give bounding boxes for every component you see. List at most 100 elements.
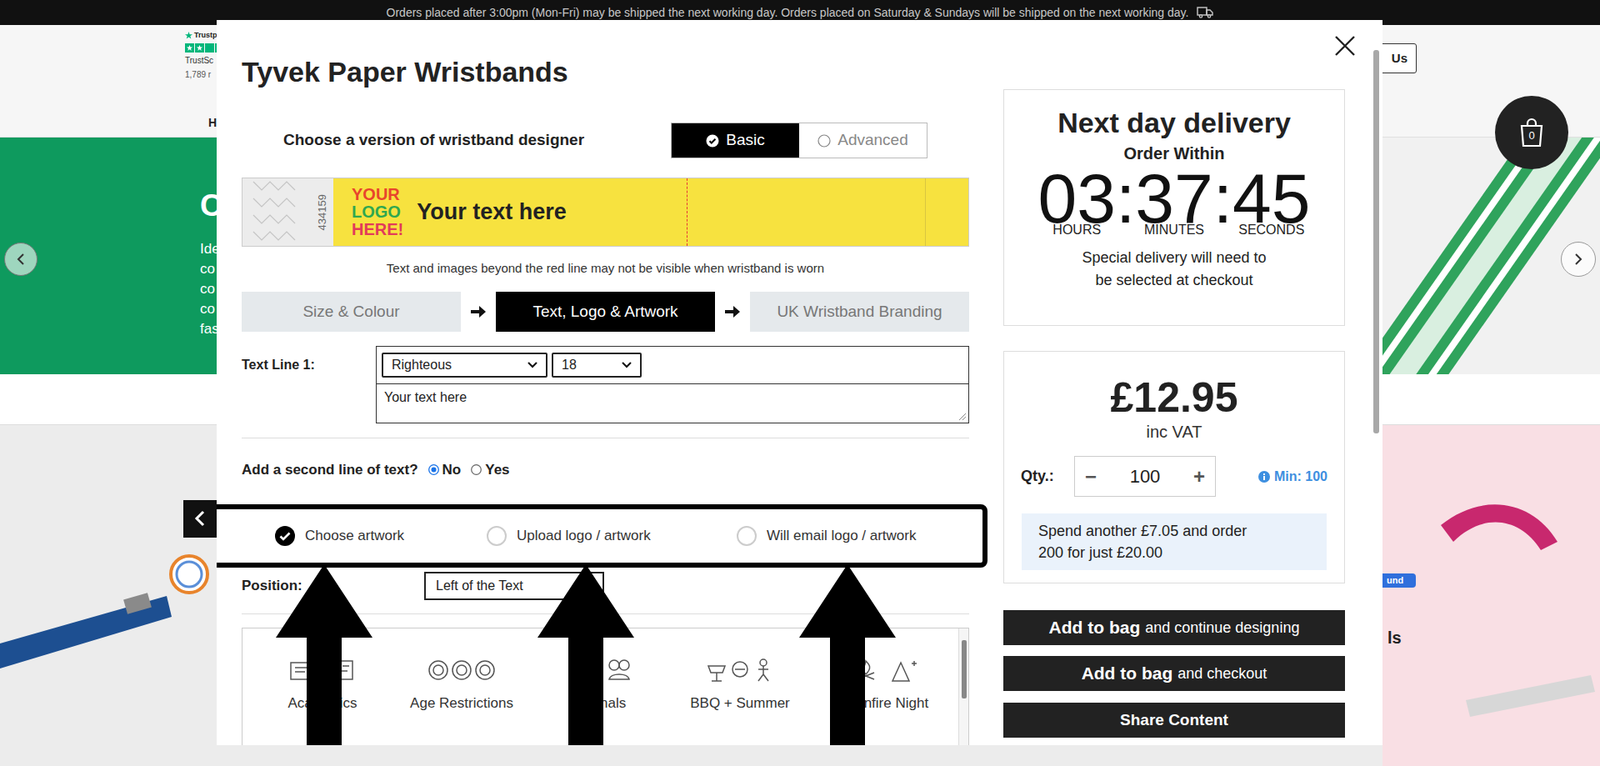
add-to-bag-button[interactable]: Add to bagand checkout (1003, 655, 1345, 691)
check-circle-icon (705, 134, 720, 148)
logo-line: LOGO (351, 203, 404, 221)
step-label: Text, Logo & Artwork (532, 300, 678, 325)
annotation-arrow-icon (537, 564, 635, 745)
preview-note: Text and images beyond the red line may … (241, 260, 970, 277)
version-label-text: Choose a version of wristband designer (283, 128, 585, 153)
share-button[interactable]: Share Content (1003, 702, 1345, 738)
shopping-bag-button[interactable]: 0 (1495, 95, 1569, 170)
modal-scroll-thumb[interactable] (1373, 50, 1380, 434)
countdown-separator: : (1115, 163, 1135, 234)
modal-body: Tyvek Paper Wristbands Choose a version o… (216, 20, 1383, 745)
empty-circle-icon (817, 134, 831, 148)
text-line-value: Your text here (384, 390, 467, 405)
chevron-right-icon (1573, 252, 1584, 266)
serial-number: 434159 (314, 194, 331, 230)
price-amount: £12.95 (1004, 373, 1345, 422)
button-text: and checkout (1177, 662, 1267, 685)
text-line-input[interactable]: Your text here (376, 384, 969, 423)
button-strong-text: Add to bag (1049, 614, 1141, 641)
second-line-option[interactable]: No (428, 459, 462, 481)
checked-radio-icon (275, 525, 295, 546)
panel-scroll-thumb[interactable] (961, 640, 967, 699)
panel-scrollbar[interactable] (958, 628, 969, 746)
increment-button[interactable]: + (1193, 461, 1205, 492)
serial-wrap: 434159 (315, 183, 330, 242)
button-text: and continue designing (1145, 616, 1300, 640)
delivery-box: Next day deliveryOrder Within03HOURS:37M… (1003, 89, 1345, 326)
divider (241, 437, 970, 439)
contact-button-label: Us (1391, 49, 1408, 69)
delivery-note-line: be selected at checkout (1095, 269, 1253, 292)
carousel-next-button[interactable] (1560, 241, 1596, 277)
second-line-option[interactable]: Yes (470, 459, 510, 481)
logo-placeholder: YOURLOGOHERE! (351, 178, 404, 246)
version-label: Basic (725, 128, 765, 153)
countdown-label: HOURS (1052, 221, 1101, 239)
modal-title: Tyvek Paper Wristbands (241, 55, 970, 89)
font-select[interactable]: Righteous (381, 352, 548, 378)
radio-icon (428, 464, 440, 475)
second-line-option-label: Yes (485, 459, 510, 481)
carousel-prev-button[interactable] (4, 242, 38, 276)
designer-modal: Tyvek Paper Wristbands Choose a version o… (216, 20, 1383, 745)
minimum-note: Min: 100 (1258, 466, 1328, 487)
close-icon[interactable] (1334, 35, 1356, 57)
radio-icon (736, 525, 757, 546)
second-line-question: Add a second line of text? (241, 459, 419, 481)
artwork-option[interactable]: Upload logo / artwork (486, 525, 737, 547)
text-line-toolbar: Righteous18 (376, 346, 969, 385)
decrement-button[interactable]: − (1085, 461, 1097, 492)
design-steps: Size & Colour Text, Logo & Artwork UK Wris… (241, 291, 970, 332)
add-to-bag-button[interactable]: Add to bagand continue designing (1003, 610, 1345, 645)
safe-area-line (686, 178, 688, 246)
quantity-label: Qty.: (1020, 465, 1075, 488)
version-option[interactable]: Advanced (799, 123, 927, 158)
star-icon (185, 31, 193, 40)
annotation-arrow-icon (799, 564, 896, 745)
countdown-unit: 45SECONDS (1232, 163, 1310, 239)
category-item[interactable]: Age Restrictions (395, 657, 529, 715)
step-arrow (715, 305, 750, 319)
artwork-option[interactable]: Will email logo / artwork (736, 525, 917, 547)
quantity-row: Qty.:− 100 + Min: 100 (1004, 455, 1345, 497)
countdown-label: MINUTES (1144, 221, 1205, 239)
product-title[interactable]: ls (1387, 625, 1433, 650)
resize-handle-icon (958, 412, 967, 421)
second-line-row: Add a second line of text? No Yes (241, 459, 970, 481)
step-tab[interactable]: Size & Colour (241, 291, 461, 332)
upsell-line: 200 for just £20.00 (1038, 541, 1310, 564)
modal-scrollbar[interactable] (1372, 30, 1380, 735)
countdown-separator: : (1213, 163, 1233, 234)
annotation-arrow-icon (275, 564, 373, 745)
banner-image (1382, 137, 1600, 375)
artwork-option-label: Upload logo / artwork (516, 525, 651, 547)
category-icon (426, 657, 497, 683)
product-card-left (0, 425, 217, 766)
announcement-text: Orders placed after 3:00pm (Mon-Fri) may… (386, 4, 1190, 22)
chevron-left-icon (15, 252, 26, 266)
step-tab[interactable]: UK Wristband Branding (750, 291, 970, 332)
quantity-input[interactable]: 100 (1130, 462, 1161, 490)
arrow-right-icon (470, 305, 486, 319)
price-box: £12.95inc VATQty.:−100+Min: 100Spend ano… (1003, 350, 1345, 584)
artwork-option-label: Choose artwork (305, 525, 405, 547)
nav-item[interactable]: H (208, 114, 217, 132)
category-icon (705, 657, 775, 683)
wristband-preview: 434159 YOURLOGOHERE! Your text here (241, 177, 970, 247)
share-label: Share Content (1120, 708, 1229, 733)
step-arrow (460, 305, 496, 319)
text-line-row: Text Line 1:Righteous18 Your text here (241, 345, 970, 424)
wristband-tab: 434159 (242, 178, 334, 246)
category-item[interactable]: BBQ + Summer (673, 657, 807, 715)
step-tab[interactable]: Text, Logo & Artwork (495, 291, 715, 332)
artwork-options: Choose artwork Upload logo / artwork Will … (216, 504, 988, 568)
text-line-label: Text Line 1: (241, 345, 376, 424)
version-row: Choose a version of wristband designer Ba… (241, 122, 970, 159)
step-label: UK Wristband Branding (776, 300, 942, 325)
bag-icon-wrap: 0 (1518, 117, 1545, 148)
version-option[interactable]: Basic (671, 123, 800, 158)
artwork-option[interactable]: Choose artwork (275, 525, 487, 547)
size-select[interactable]: 18 (551, 352, 642, 378)
preview-text: Your text here (416, 195, 567, 230)
security-pattern-icon (249, 177, 300, 247)
